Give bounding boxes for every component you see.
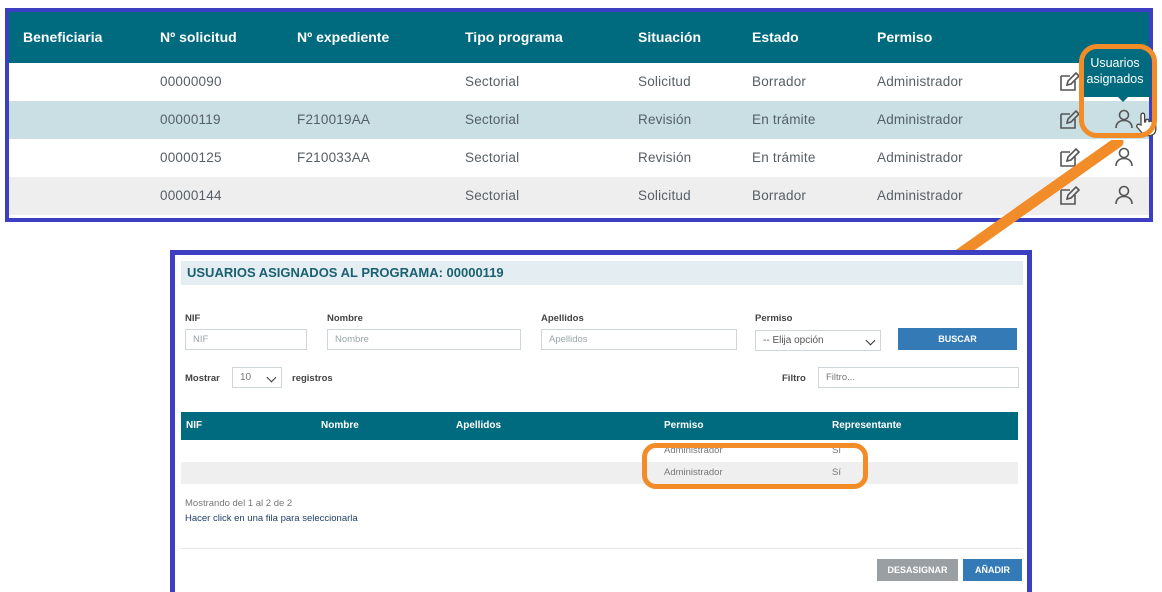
header-nif[interactable]: NIF bbox=[186, 412, 202, 440]
cell-solicitud: 00000125 bbox=[160, 150, 222, 165]
apellidos-input[interactable]: Apellidos bbox=[541, 329, 737, 350]
table-row[interactable]: 00000090 Sectorial Solicitud Borrador Ad… bbox=[9, 63, 1149, 101]
table-row[interactable]: Administrador Sí bbox=[181, 462, 1018, 484]
page-size-select[interactable]: 10 bbox=[232, 367, 282, 388]
header-solicitud[interactable]: Nº solicitud bbox=[160, 12, 237, 63]
selection-hint: Hacer click en una fila para seleccionar… bbox=[185, 513, 358, 524]
cell-expediente: F210019AA bbox=[297, 112, 371, 127]
header-nombre[interactable]: Nombre bbox=[321, 412, 359, 440]
chevron-down-icon bbox=[266, 372, 277, 383]
cell-solicitud: 00000090 bbox=[160, 74, 222, 89]
cell-estado: Borrador bbox=[752, 188, 807, 203]
cell-situacion: Revisión bbox=[638, 150, 692, 165]
modal-title: USUARIOS ASIGNADOS AL PROGRAMA: 00000119 bbox=[187, 265, 504, 280]
header-representante[interactable]: Representante bbox=[832, 412, 901, 440]
applications-table-header: Beneficiaria Nº solicitud Nº expediente … bbox=[9, 12, 1149, 63]
cell-situacion: Solicitud bbox=[638, 74, 691, 89]
cell-tipo: Sectorial bbox=[465, 150, 520, 165]
cell-permiso: Administrador bbox=[877, 112, 963, 127]
users-table-header: NIF Nombre Apellidos Permiso Representan… bbox=[181, 412, 1018, 440]
cell-situacion: Solicitud bbox=[638, 188, 691, 203]
header-situacion[interactable]: Situación bbox=[638, 12, 701, 63]
modal-footer-divider bbox=[181, 548, 1023, 549]
cell-expediente: F210033AA bbox=[297, 150, 371, 165]
cell-solicitud: 00000144 bbox=[160, 188, 222, 203]
cell-tipo: Sectorial bbox=[465, 74, 520, 89]
permiso-select-value: -- Elija opción bbox=[763, 335, 824, 346]
header-tipo-programa[interactable]: Tipo programa bbox=[465, 12, 563, 63]
unassign-button[interactable]: DESASIGNAR bbox=[877, 559, 958, 581]
show-label: Mostrar bbox=[185, 373, 220, 384]
cell-tipo: Sectorial bbox=[465, 112, 520, 127]
chevron-down-icon bbox=[865, 335, 876, 346]
cell-estado: En trámite bbox=[752, 150, 816, 165]
table-row[interactable]: 00000119 F210019AA Sectorial Revisión En… bbox=[9, 101, 1157, 139]
nombre-label: Nombre bbox=[327, 313, 363, 324]
records-label: registros bbox=[292, 373, 333, 384]
edit-icon[interactable] bbox=[1058, 109, 1080, 131]
nif-label: NIF bbox=[185, 313, 201, 324]
header-beneficiaria[interactable]: Beneficiaria bbox=[23, 12, 102, 63]
cell-permiso: Administrador bbox=[877, 74, 963, 89]
cell-estado: En trámite bbox=[752, 112, 816, 127]
filter-label: Filtro bbox=[782, 373, 806, 384]
header-permiso[interactable]: Permiso bbox=[664, 412, 703, 440]
search-button[interactable]: BUSCAR bbox=[898, 328, 1017, 350]
table-row[interactable]: Administrador Sí bbox=[181, 440, 1018, 462]
permiso-label: Permiso bbox=[755, 313, 793, 324]
header-permiso[interactable]: Permiso bbox=[877, 12, 932, 63]
cell-tipo: Sectorial bbox=[465, 188, 520, 203]
page-size-value: 10 bbox=[240, 372, 252, 383]
pagination-info: Mostrando del 1 al 2 de 2 bbox=[185, 498, 293, 509]
header-expediente[interactable]: Nº expediente bbox=[297, 12, 389, 63]
cell-estado: Borrador bbox=[752, 74, 807, 89]
modal-title-bar: USUARIOS ASIGNADOS AL PROGRAMA: 00000119 bbox=[181, 261, 1023, 285]
callout-highlight-ring bbox=[1079, 44, 1157, 138]
filter-input[interactable]: Filtro... bbox=[818, 367, 1019, 388]
edit-icon[interactable] bbox=[1058, 71, 1080, 93]
cell-situacion: Revisión bbox=[638, 112, 692, 127]
permiso-select[interactable]: -- Elija opción bbox=[755, 330, 881, 351]
callout-highlight-ring bbox=[642, 443, 868, 489]
cell-solicitud: 00000119 bbox=[160, 112, 221, 127]
apellidos-label: Apellidos bbox=[541, 313, 584, 324]
add-button[interactable]: AÑADIR bbox=[963, 559, 1022, 581]
assigned-users-modal: USUARIOS ASIGNADOS AL PROGRAMA: 00000119… bbox=[170, 250, 1032, 592]
nombre-input[interactable]: Nombre bbox=[327, 329, 521, 350]
nif-input[interactable]: NIF bbox=[185, 329, 307, 350]
header-apellidos[interactable]: Apellidos bbox=[456, 412, 501, 440]
header-estado[interactable]: Estado bbox=[752, 12, 799, 63]
